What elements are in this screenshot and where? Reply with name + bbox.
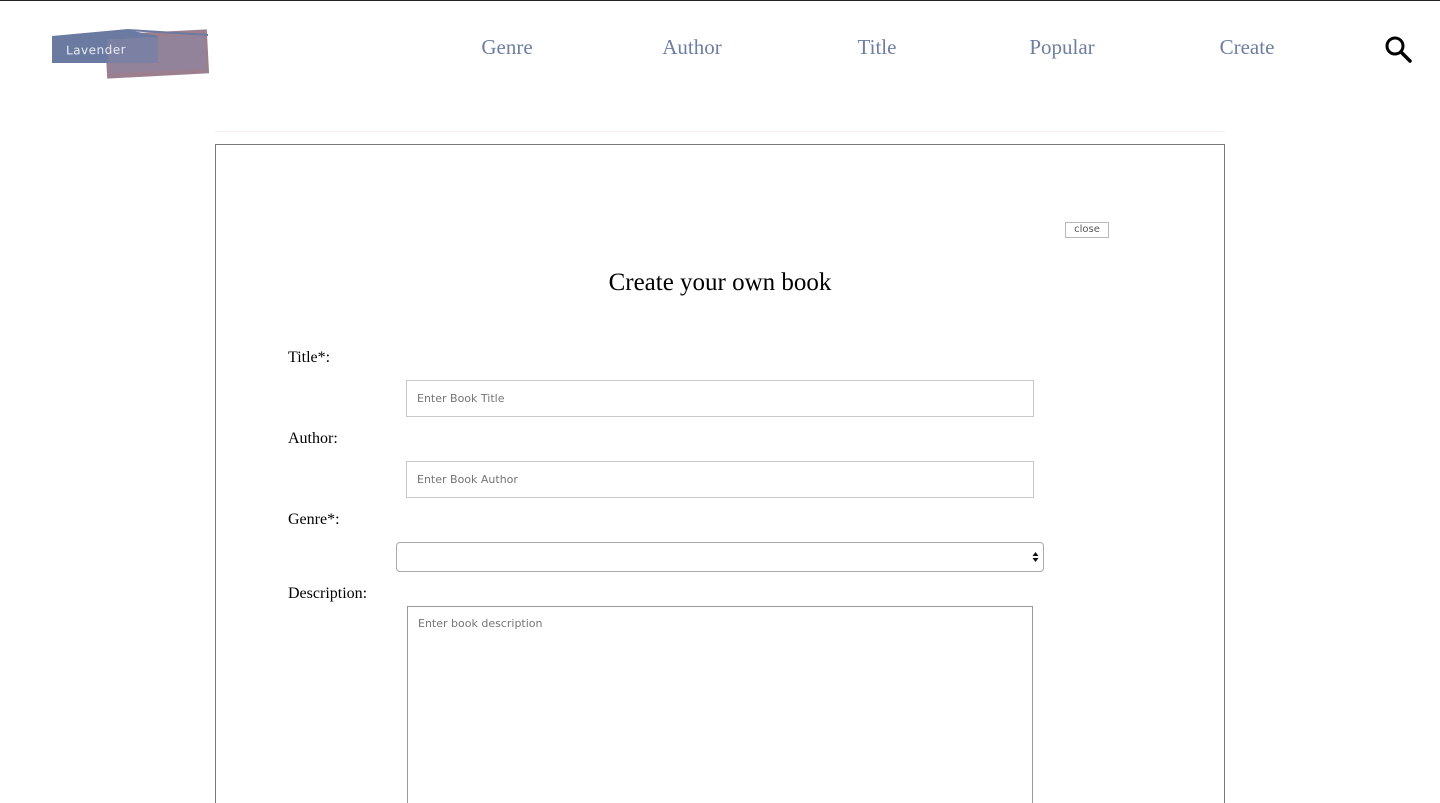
title-label: Title*: (288, 349, 331, 366)
description-label: Description: (288, 585, 368, 602)
nav-popular[interactable]: Popular (1029, 35, 1094, 60)
main-nav: Genre Author Title Popular Create (0, 35, 1440, 65)
close-button[interactable]: close (1065, 222, 1109, 238)
modal-title: Create your own book (608, 269, 832, 296)
nav-title[interactable]: Title (858, 35, 897, 60)
nav-author[interactable]: Author (662, 35, 722, 60)
nav-create[interactable]: Create (1220, 35, 1275, 60)
search-icon[interactable] (1384, 35, 1412, 63)
select-arrows-icon (1032, 552, 1039, 562)
header-divider (215, 131, 1225, 132)
author-label: Author: (288, 430, 338, 447)
create-book-modal: close Create your own book Title*: Autho… (215, 144, 1225, 803)
title-input[interactable] (406, 380, 1034, 417)
author-input[interactable] (406, 461, 1034, 498)
description-textarea[interactable] (407, 606, 1033, 803)
nav-genre[interactable]: Genre (481, 35, 532, 60)
genre-select[interactable] (396, 542, 1044, 572)
page: Lavender Genre Author Title Popular Crea… (0, 0, 1440, 803)
genre-label: Genre*: (288, 511, 340, 528)
